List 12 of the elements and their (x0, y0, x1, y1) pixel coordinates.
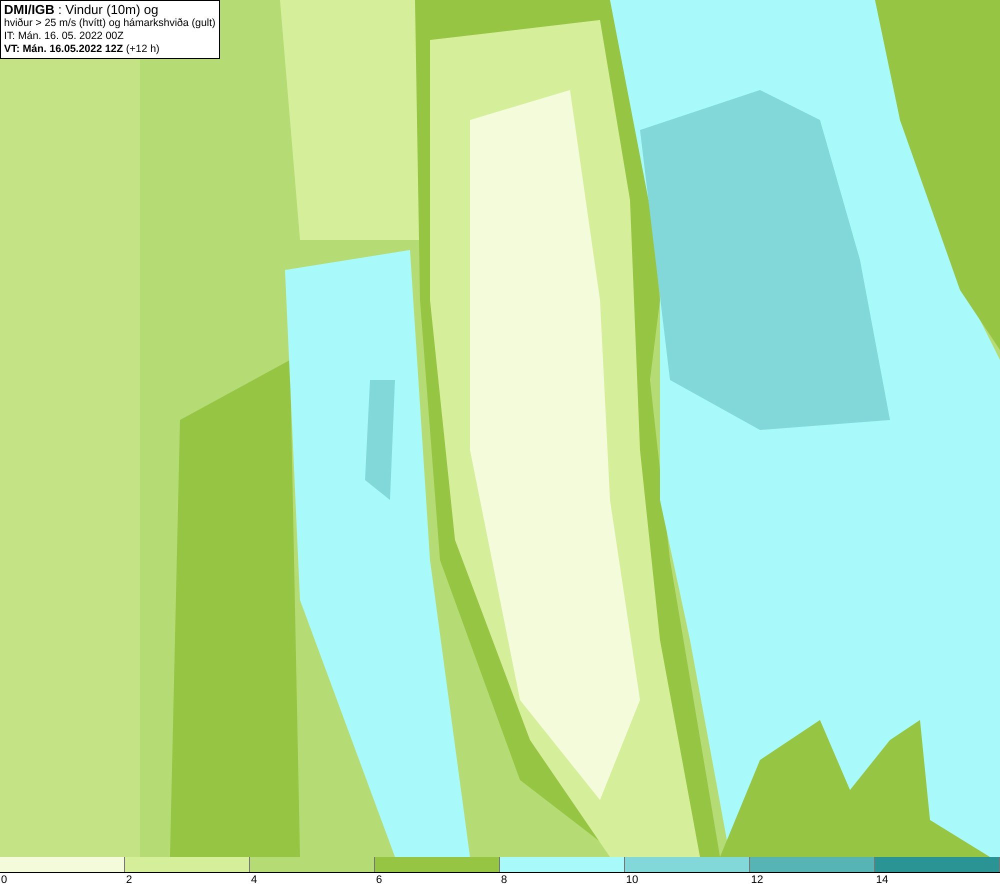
legend-tick-label: 12 (750, 873, 764, 887)
legend-tick-label: 14 (875, 873, 888, 887)
title-line: hviður > 25 m/s (hvítt) og hámarkshviða (gult) (4, 17, 216, 30)
title-line: DMI/IGB : Vindur (10m) og (4, 3, 160, 17)
legend-tick-label: 2 (125, 873, 132, 887)
title-line: IT: Mán. 16. 05. 2022 00Z (4, 30, 125, 43)
legend-tick-label: 10 (625, 873, 638, 887)
legend-tick-label: 4 (250, 873, 258, 887)
title-line: VT: Mán. 16.05.2022 12Z (+12 h) (4, 43, 161, 56)
legend-tick-label: 0 (0, 873, 8, 887)
legend-tick-label: 6 (375, 873, 382, 887)
legend-tick-label: 8 (500, 873, 508, 887)
